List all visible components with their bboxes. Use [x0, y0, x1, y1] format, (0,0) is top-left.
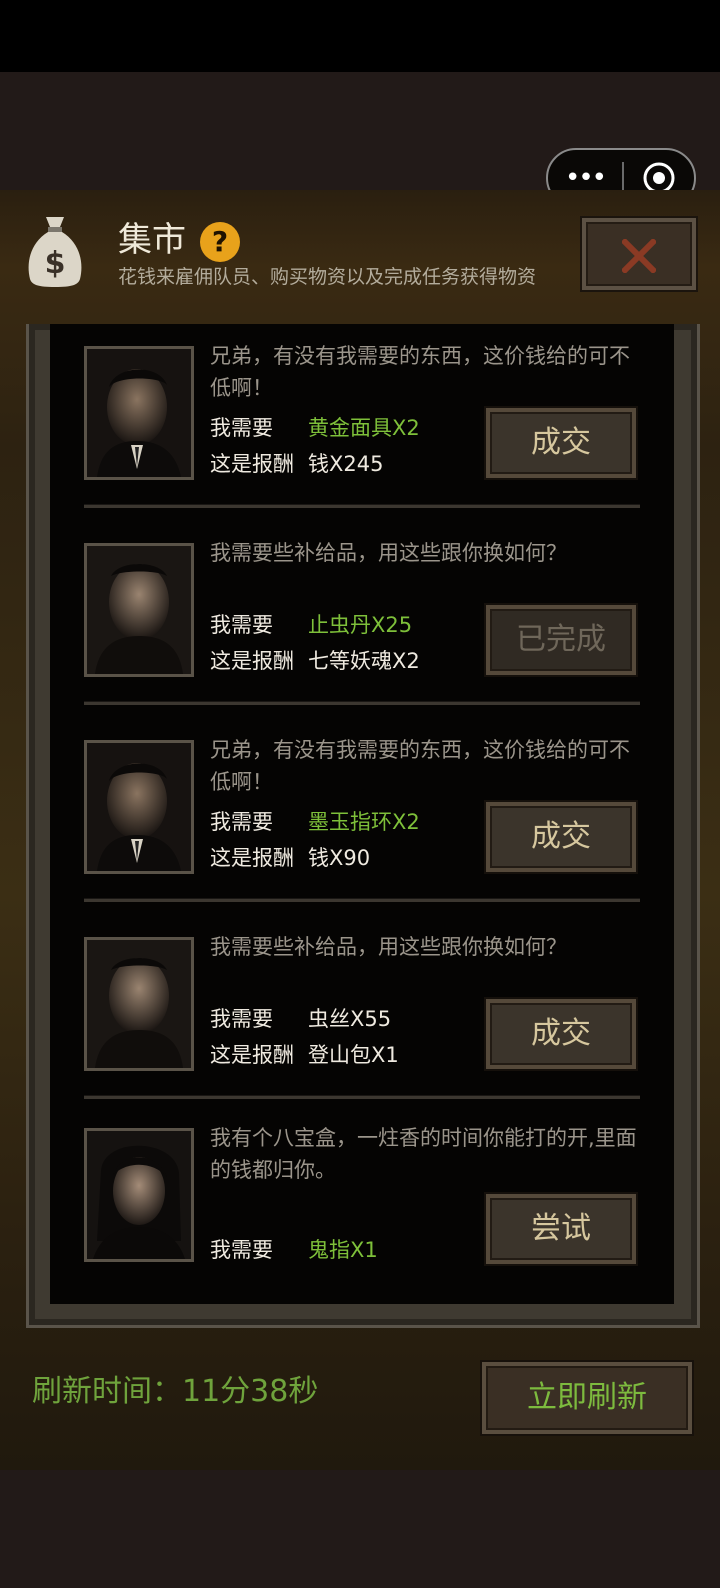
reward-value: 钱X245 — [308, 452, 384, 476]
trade-item: 我需要些补给品，用这些跟你换如何？ 我需要 虫丝X55 这是报酬 登山包X1 成… — [50, 915, 674, 1113]
reward-value: 登山包X1 — [308, 1043, 399, 1067]
status-bar — [0, 0, 720, 72]
reward-value: 七等妖魂X2 — [308, 649, 420, 673]
need-value: 虫丝X55 — [308, 1007, 392, 1031]
item-divider — [84, 1095, 640, 1099]
reward-label: 这是报酬 — [210, 1043, 294, 1067]
trade-item: 我有个八宝盒，一炷香的时间你能打的开,里面的钱都归你。 我需要 鬼指X1 尝试 — [50, 1110, 674, 1304]
money-bag-icon: $ — [28, 217, 82, 287]
close-icon — [622, 239, 656, 273]
npc-portrait — [84, 543, 194, 677]
trade-item: 兄弟，有没有我需要的东西，这价钱给的可不低啊！ 我需要 黄金面具X2 这是报酬 … — [50, 324, 674, 522]
npc-portrait — [84, 937, 194, 1071]
need-label: 我需要 — [210, 810, 273, 834]
svg-text:$: $ — [45, 246, 66, 281]
trade-item: 兄弟，有没有我需要的东西，这价钱给的可不低啊！ 我需要 墨玉指环X2 这是报酬 … — [50, 718, 674, 916]
reward-label: 这是报酬 — [210, 452, 294, 476]
deal-button[interactable]: 成交 — [486, 408, 636, 478]
help-icon[interactable]: ? — [200, 222, 240, 262]
need-label: 我需要 — [210, 1238, 273, 1262]
need-value: 止虫丹X25 — [308, 613, 413, 637]
close-button[interactable] — [582, 218, 696, 290]
npc-portrait — [84, 740, 194, 874]
npc-message: 我需要些补给品，用这些跟你换如何？ — [210, 935, 567, 959]
try-button[interactable]: 尝试 — [486, 1194, 636, 1264]
need-value: 黄金面具X2 — [308, 416, 420, 440]
need-label: 我需要 — [210, 1007, 273, 1031]
refresh-time-value: 11分38秒 — [182, 1374, 319, 1409]
item-divider — [84, 504, 640, 508]
item-divider — [84, 701, 640, 705]
page-subtitle: 花钱来雇佣队员、购买物资以及完成任务获得物资 — [118, 266, 537, 288]
trade-item: 我需要些补给品，用这些跟你换如何？ 我需要 止虫丹X25 这是报酬 七等妖魂X2… — [50, 521, 674, 719]
npc-portrait — [84, 1128, 194, 1262]
npc-message: 我需要些补给品，用这些跟你换如何？ — [210, 541, 567, 565]
completed-button[interactable]: 已完成 — [486, 605, 636, 675]
trade-list[interactable]: 兄弟，有没有我需要的东西，这价钱给的可不低啊！ 我需要 黄金面具X2 这是报酬 … — [50, 324, 674, 1304]
need-value: 墨玉指环X2 — [308, 810, 420, 834]
item-divider — [84, 898, 640, 902]
npc-message: 我有个八宝盒，一炷香的时间你能打的开,里面的钱都归你。 — [210, 1126, 637, 1182]
deal-button[interactable]: 成交 — [486, 802, 636, 872]
npc-portrait — [84, 346, 194, 480]
need-label: 我需要 — [210, 416, 273, 440]
refresh-time-label: 刷新时间： — [32, 1374, 182, 1409]
deal-button[interactable]: 成交 — [486, 999, 636, 1069]
refresh-timer: 刷新时间：11分38秒 — [32, 1370, 318, 1414]
npc-message: 兄弟，有没有我需要的东西，这价钱给的可不低啊！ — [210, 344, 630, 400]
refresh-now-button[interactable]: 立即刷新 — [482, 1362, 692, 1434]
need-label: 我需要 — [210, 613, 273, 637]
reward-label: 这是报酬 — [210, 846, 294, 870]
reward-label: 这是报酬 — [210, 649, 294, 673]
reward-value: 钱X90 — [308, 846, 371, 870]
npc-message: 兄弟，有没有我需要的东西，这价钱给的可不低啊！ — [210, 738, 630, 794]
need-value: 鬼指X1 — [308, 1238, 378, 1262]
page-title: 集市 — [118, 220, 186, 260]
